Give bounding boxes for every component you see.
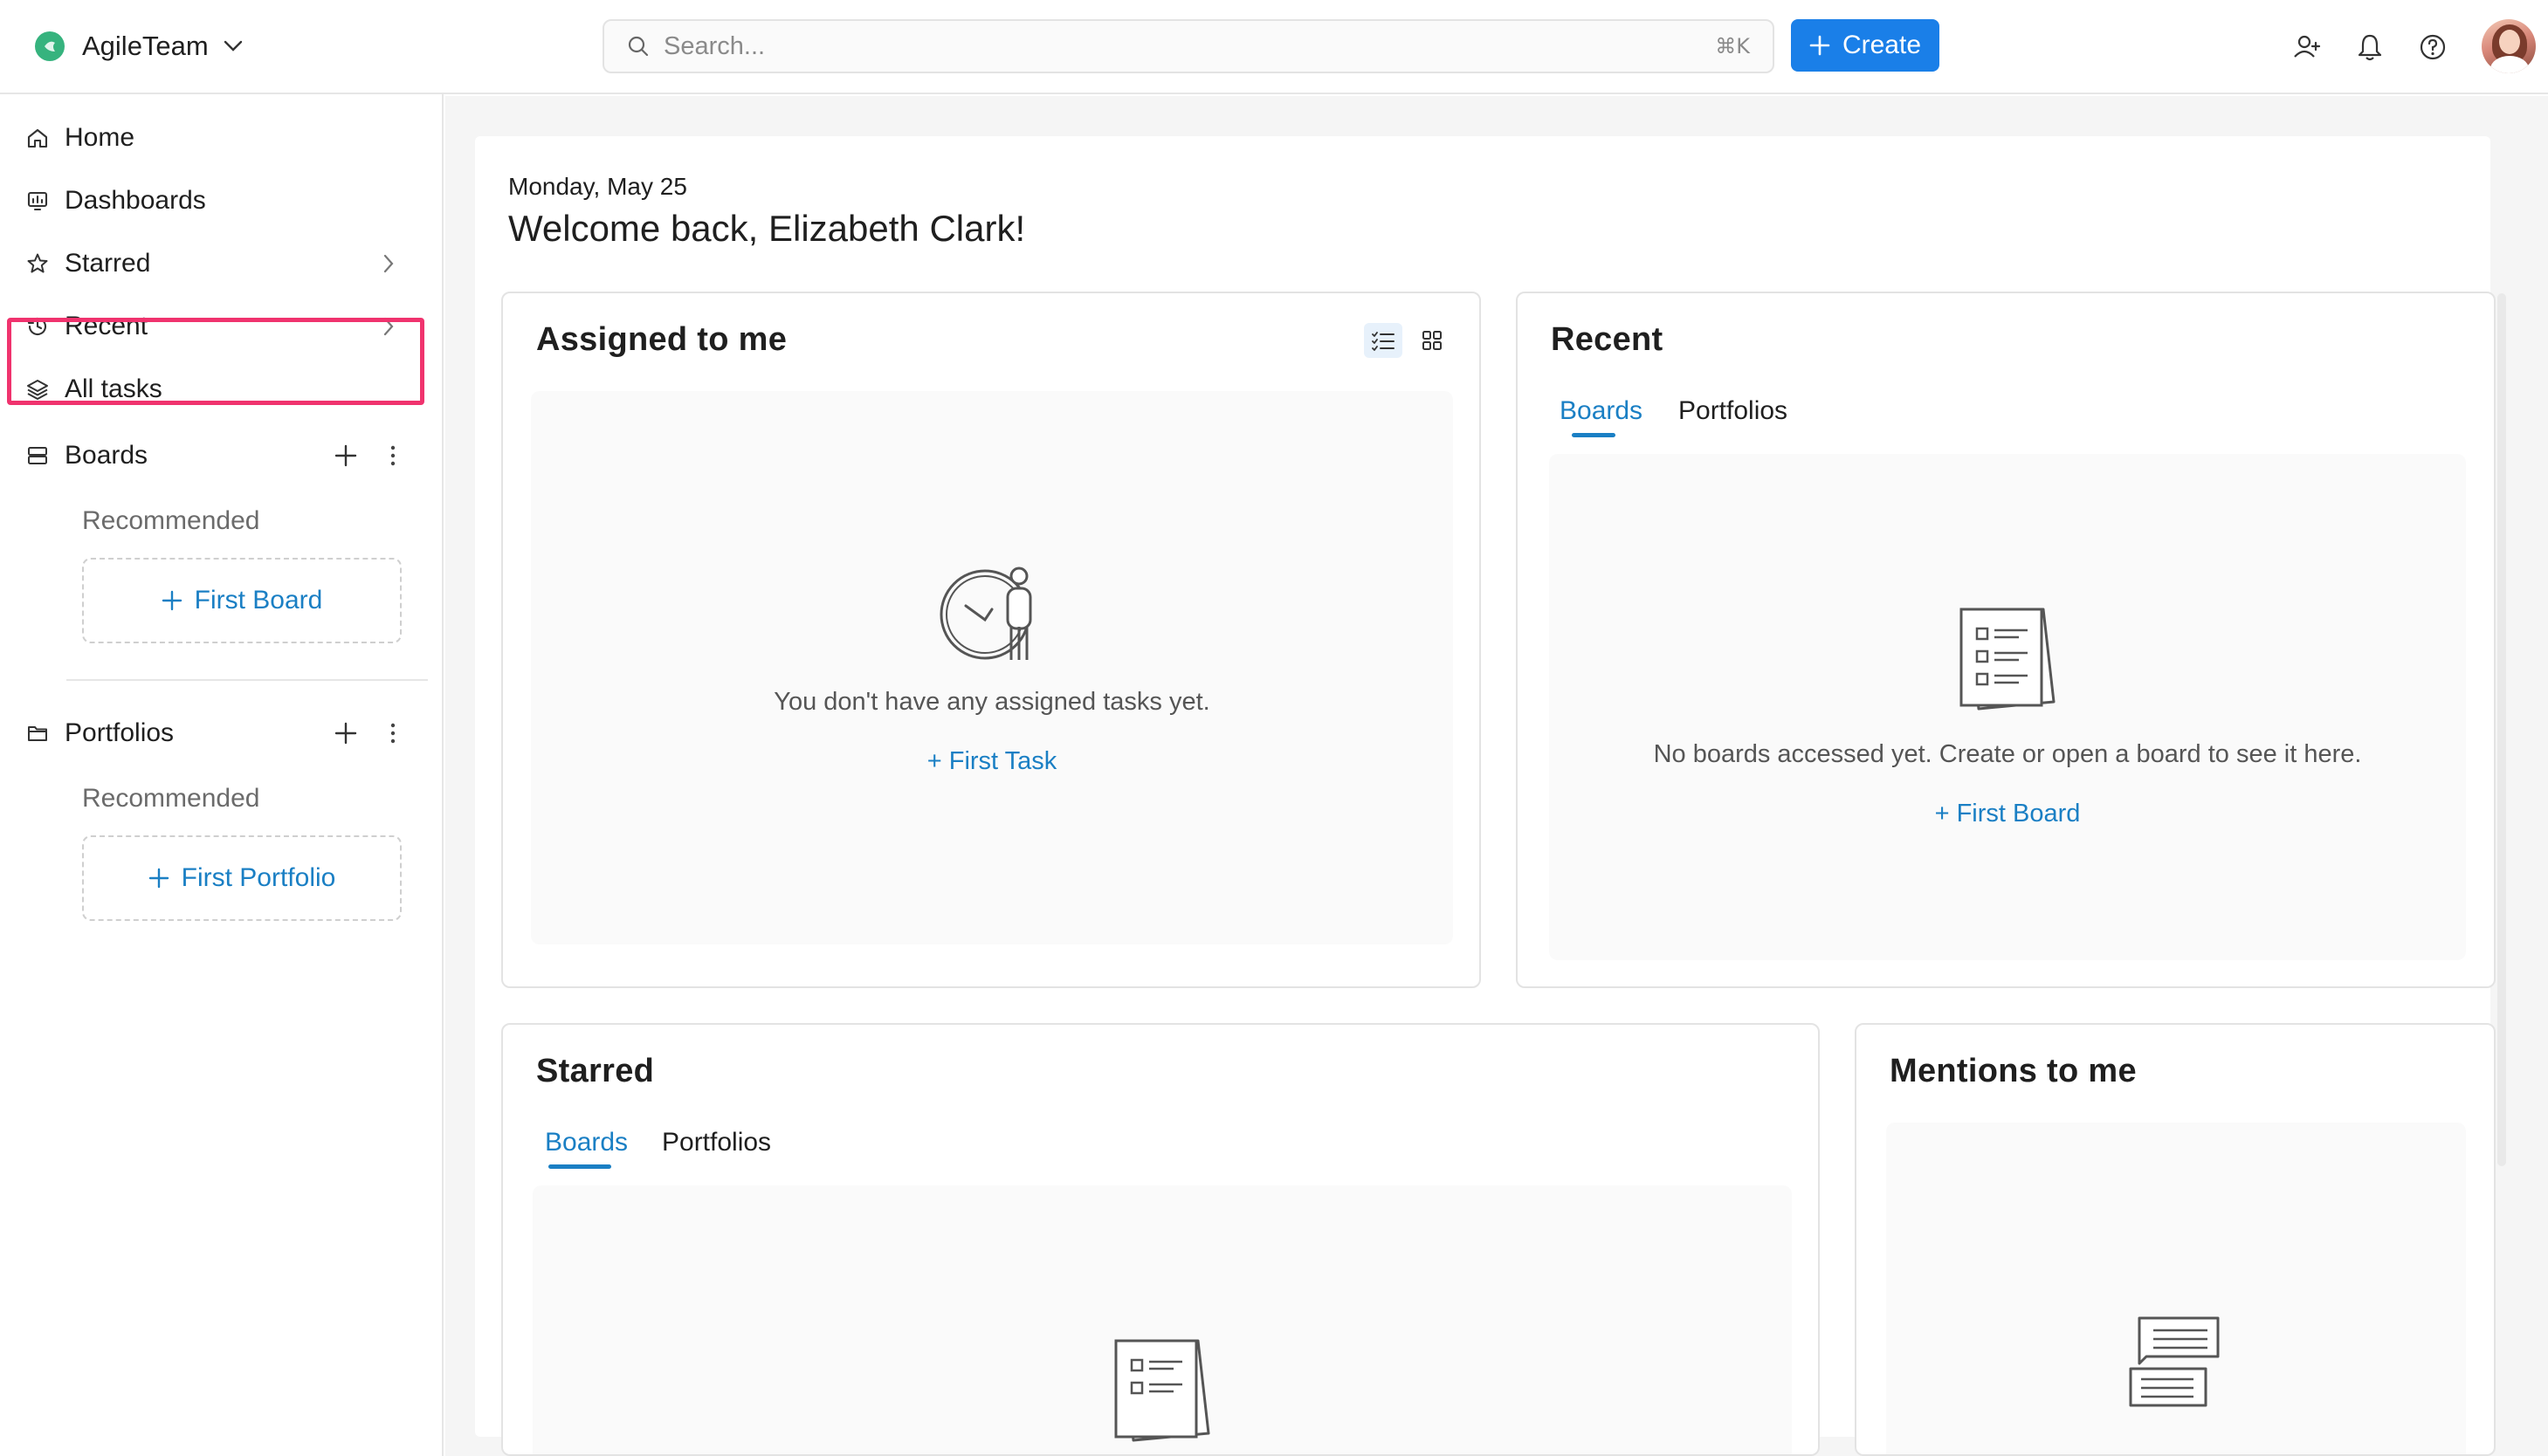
recent-title: Recent [1551,321,1663,358]
chevron-right-icon [382,253,395,274]
assigned-empty-text: You don't have any assigned tasks yet. [774,688,1210,716]
top-bar: AgileTeam ⌘K Create [0,0,2548,94]
sidebar-item-dashboards[interactable]: Dashboards [26,178,419,223]
create-button[interactable]: Create [1791,19,1939,72]
starred-empty-state [533,1185,1792,1454]
chat-bubbles-icon [2127,1313,2223,1409]
folder-icon [26,722,52,745]
sidebar [0,94,444,1456]
sidebar-item-starred[interactable]: Starred [26,241,419,286]
first-portfolio-button[interactable]: First Portfolio [82,835,402,921]
home-icon [26,127,52,149]
tab-starred-boards[interactable]: Boards [545,1128,628,1157]
first-board-button[interactable]: First Board [82,558,402,643]
assigned-card: Assigned to me You don't have any assign… [501,292,1481,988]
mentions-title: Mentions to me [1890,1053,2137,1089]
search-bar[interactable]: ⌘K [603,19,1774,73]
workspace-switcher[interactable]: AgileTeam [35,26,244,66]
recent-first-board-link[interactable]: + First Board [1549,800,2466,828]
star-icon [26,252,52,275]
workspace-name: AgileTeam [82,31,209,61]
plus-icon [148,868,169,889]
boards-icon [26,444,52,467]
bell-icon[interactable] [2352,30,2387,65]
documents-icon [1107,1336,1221,1444]
plus-icon [1809,35,1830,56]
search-input[interactable] [664,31,1716,61]
main-scrollbar[interactable] [2497,293,2506,1166]
mentions-card: Mentions to me [1855,1023,2496,1456]
tab-starred-portfolios[interactable]: Portfolios [662,1128,771,1157]
first-board-label: First Board [194,586,323,615]
search-icon [627,35,650,58]
sidebar-item-label: Portfolios [65,718,175,747]
recent-empty-state: No boards accessed yet. Create or open a… [1549,454,2466,960]
first-portfolio-label: First Portfolio [181,863,336,892]
mentions-empty-state [1886,1123,2466,1454]
grid-view-icon[interactable] [1413,323,1451,358]
sidebar-item-label: Starred [65,249,151,278]
plus-icon [162,590,182,611]
first-task-link[interactable]: + First Task [531,747,1453,776]
create-button-label: Create [1842,31,1922,59]
boards-highlight-frame [7,318,424,405]
starred-card: Starred Boards Portfolios [501,1023,1820,1456]
add-portfolio-icon[interactable] [330,718,362,749]
sidebar-divider [66,679,428,681]
workspace-logo-icon [35,31,65,61]
add-board-icon[interactable] [330,440,362,471]
assigned-empty-state: You don't have any assigned tasks yet. +… [531,391,1453,944]
tab-recent-boards[interactable]: Boards [1560,396,1642,426]
portfolios-recommended-label: Recommended [82,784,260,813]
active-tab-indicator [548,1164,611,1169]
sidebar-item-label: Dashboards [65,186,206,215]
welcome-heading: Welcome back, Elizabeth Clark! [508,208,1026,249]
boards-more-icon[interactable] [377,440,409,471]
tab-recent-portfolios[interactable]: Portfolios [1678,396,1787,426]
sidebar-item-label: Home [65,123,135,152]
list-view-icon[interactable] [1364,323,1402,358]
recent-card: Recent Boards Portfolios No boards acces… [1516,292,2496,988]
active-tab-indicator [1572,433,1615,437]
chevron-down-icon [223,39,244,53]
starred-title: Starred [536,1053,655,1089]
search-shortcut-hint: ⌘K [1715,34,1750,58]
help-icon[interactable] [2415,30,2450,65]
recent-empty-text: No boards accessed yet. Create or open a… [1653,740,2362,768]
sidebar-item-label: Boards [65,441,148,470]
boards-recommended-label: Recommended [82,506,260,535]
current-date: Monday, May 25 [508,173,687,200]
invite-user-icon[interactable] [2290,30,2324,65]
documents-icon [1952,604,2066,712]
portfolios-more-icon[interactable] [377,718,409,749]
assigned-title: Assigned to me [536,321,788,358]
sidebar-item-home[interactable]: Home [26,115,419,161]
user-avatar[interactable] [2482,19,2536,73]
clock-person-icon [940,562,1044,667]
dashboard-icon [26,189,52,212]
